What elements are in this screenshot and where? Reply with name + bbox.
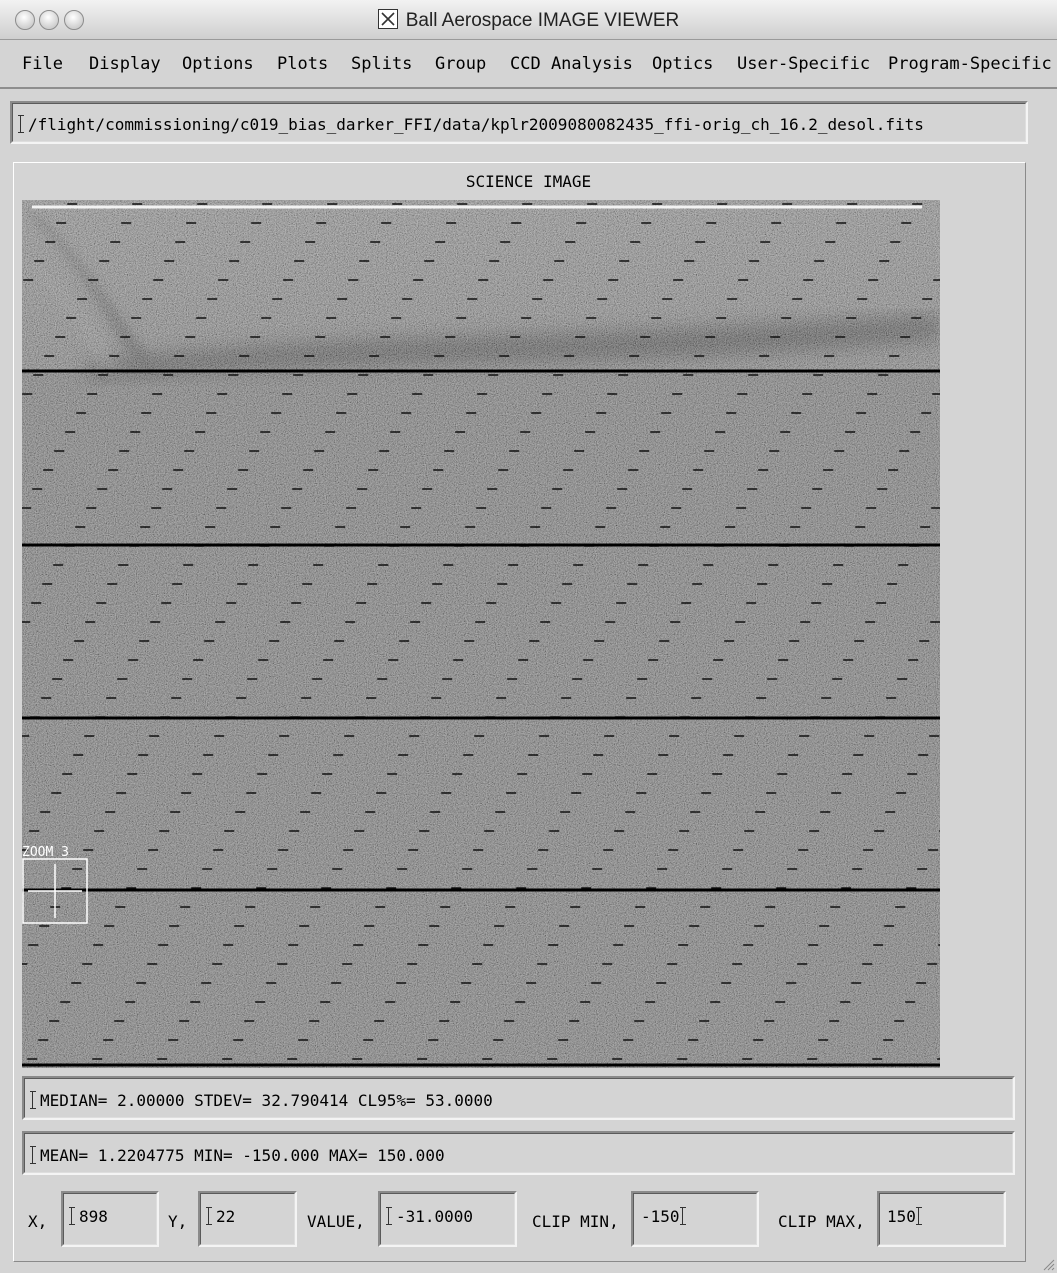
text-cursor-icon: [18, 115, 26, 133]
value-field[interactable]: -31.0000: [378, 1191, 517, 1247]
x-value: 898: [79, 1207, 108, 1226]
clip-max-field[interactable]: 150: [877, 1191, 1006, 1247]
file-path-field[interactable]: /flight/commissioning/c019_bias_darker_F…: [10, 101, 1028, 144]
menu-plots[interactable]: Plots: [277, 54, 328, 74]
clip-max-value: 150: [887, 1207, 916, 1226]
value-value: -31.0000: [396, 1207, 474, 1226]
stats-line-2: MEAN= 1.2204775 MIN= -150.000 MAX= 150.0…: [40, 1146, 445, 1165]
menu-ccd-analysis[interactable]: CCD Analysis: [510, 54, 633, 74]
y-label: Y,: [168, 1212, 188, 1231]
y-field[interactable]: 22: [198, 1191, 297, 1247]
stats-line-1: MEDIAN= 2.00000 STDEV= 32.790414 CL95%= …: [40, 1091, 493, 1110]
stats-mean-field: MEAN= 1.2204775 MIN= -150.000 MAX= 150.0…: [22, 1131, 1015, 1175]
y-value: 22: [216, 1207, 236, 1226]
clip-min-field[interactable]: -150: [631, 1191, 759, 1247]
menu-optics[interactable]: Optics: [652, 54, 713, 74]
clip-max-label: CLIP MAX,: [778, 1212, 865, 1231]
menu-bar: File Display Options Plots Splits Group …: [0, 41, 1057, 89]
clip-min-value: -150: [641, 1207, 680, 1226]
window-title: Ball Aerospace IMAGE VIEWER: [405, 10, 680, 31]
file-path-text: /flight/commissioning/c019_bias_darker_F…: [28, 115, 924, 134]
menu-group[interactable]: Group: [435, 54, 486, 74]
science-image-canvas[interactable]: ZOOM 3: [22, 200, 940, 1068]
menu-options[interactable]: Options: [182, 54, 254, 74]
zoom-label: ZOOM 3: [22, 845, 69, 860]
science-image-title: SCIENCE IMAGE: [465, 172, 592, 191]
x-field[interactable]: 898: [61, 1191, 159, 1247]
value-label: VALUE,: [307, 1212, 365, 1231]
clip-min-label: CLIP MIN,: [532, 1212, 619, 1231]
x-label: X,: [28, 1212, 48, 1231]
resize-grip-icon[interactable]: [1041, 1257, 1055, 1271]
stats-median-field: MEDIAN= 2.00000 STDEV= 32.790414 CL95%= …: [22, 1076, 1015, 1120]
menu-user-specific[interactable]: User-Specific: [737, 54, 870, 74]
menu-splits[interactable]: Splits: [351, 54, 412, 74]
title-bar: Ball Aerospace IMAGE VIEWER: [0, 0, 1057, 40]
science-image[interactable]: ZOOM 3: [22, 200, 940, 1068]
x11-icon: [377, 9, 398, 29]
menu-display[interactable]: Display: [89, 54, 161, 74]
menu-program-specific[interactable]: Program-Specific: [888, 54, 1052, 74]
menu-file[interactable]: File: [22, 54, 63, 74]
